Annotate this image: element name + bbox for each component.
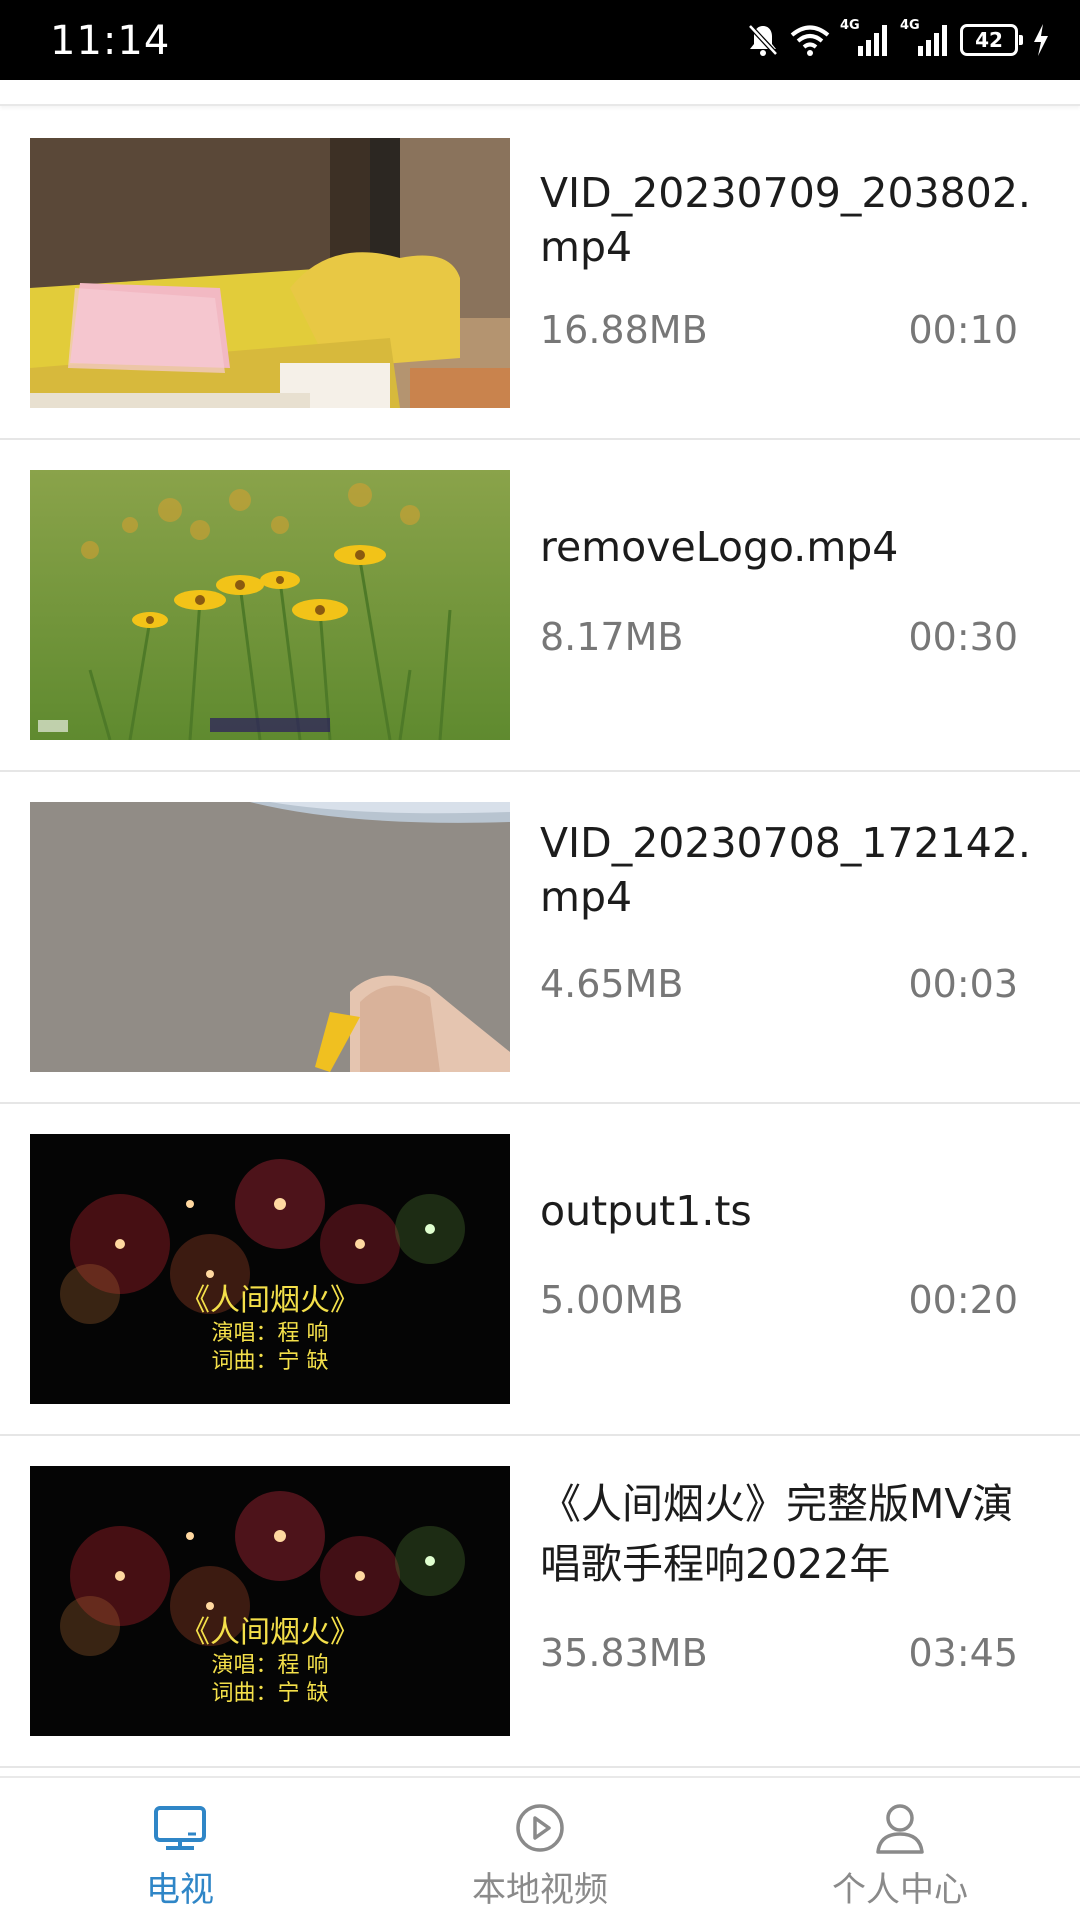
signal-4g-icon: 4G bbox=[840, 18, 890, 60]
status-icons: 4G 4G 42 bbox=[746, 18, 1050, 62]
video-thumbnail[interactable]: 《人间烟火》 演唱：程 响 词曲：宁 缺 bbox=[30, 1466, 510, 1736]
video-title[interactable]: output1.ts bbox=[540, 1184, 1050, 1238]
video-item[interactable]: VID_20230709_203802.mp4 16.88MB 00:10 bbox=[0, 108, 1080, 440]
video-duration: 00:03 bbox=[908, 962, 1018, 1006]
video-duration: 00:30 bbox=[908, 615, 1018, 659]
yellow-flowers-thumbnail bbox=[30, 470, 510, 740]
tv-icon bbox=[154, 1806, 206, 1850]
overlay-singer: 演唱：程 响 bbox=[211, 1653, 329, 1678]
nav-item-profile[interactable]: 个人中心 bbox=[720, 1778, 1080, 1922]
toolbar-shadow bbox=[0, 80, 1080, 106]
play-circle-icon bbox=[516, 1804, 564, 1852]
video-size: 16.88MB bbox=[540, 308, 708, 352]
video-thumbnail[interactable] bbox=[30, 138, 510, 408]
charging-icon bbox=[1034, 24, 1048, 56]
battery-level: 42 bbox=[975, 28, 1003, 52]
video-size: 5.00MB bbox=[540, 1278, 684, 1322]
video-size: 8.17MB bbox=[540, 615, 684, 659]
video-size: 4.65MB bbox=[540, 962, 684, 1006]
video-item[interactable]: 《人间烟火》 演唱：程 响 词曲：宁 缺 《人间烟火》完整版MV演唱歌手程响20… bbox=[0, 1436, 1080, 1768]
overlay-title: 《人间烟火》 bbox=[180, 1615, 360, 1650]
video-item[interactable]: 《人间烟火》 演唱：程 响 词曲：宁 缺 output1.ts 5.00MB 0… bbox=[0, 1104, 1080, 1436]
video-list[interactable]: VID_20230709_203802.mp4 16.88MB 00:10 re… bbox=[0, 108, 1080, 1776]
thumbnail-overlay: 《人间烟火》 演唱：程 响 词曲：宁 缺 bbox=[30, 1282, 510, 1376]
video-thumbnail[interactable] bbox=[30, 802, 510, 1072]
nav-item-tv[interactable]: 电视 bbox=[0, 1778, 360, 1922]
overlay-singer: 演唱：程 响 bbox=[211, 1321, 329, 1346]
video-title[interactable]: VID_20230709_203802.mp4 bbox=[540, 166, 1050, 274]
nav-label: 个人中心 bbox=[832, 1870, 968, 1910]
overlay-lyricist: 词曲：宁 缺 bbox=[211, 1349, 329, 1374]
video-duration: 00:20 bbox=[908, 1278, 1018, 1322]
signal-4g-icon: 4G bbox=[900, 18, 950, 60]
nav-label: 本地视频 bbox=[472, 1870, 608, 1910]
mute-bell-icon bbox=[748, 24, 778, 56]
video-item[interactable]: VID_20230708_172142.mp4 4.65MB 00:03 bbox=[0, 772, 1080, 1104]
bottom-nav: 电视 本地视频 个人中心 bbox=[0, 1776, 1080, 1920]
video-item[interactable]: removeLogo.mp4 8.17MB 00:30 bbox=[0, 440, 1080, 772]
person-icon bbox=[876, 1804, 924, 1854]
wifi-icon bbox=[790, 25, 830, 56]
video-thumbnail[interactable]: 《人间烟火》 演唱：程 响 词曲：宁 缺 bbox=[30, 1134, 510, 1404]
video-thumbnail[interactable] bbox=[30, 470, 510, 740]
battery-icon: 42 bbox=[960, 24, 1023, 56]
thumbnail-overlay: 《人间烟火》 演唱：程 响 词曲：宁 缺 bbox=[30, 1614, 510, 1708]
overlay-title: 《人间烟火》 bbox=[180, 1283, 360, 1318]
video-title[interactable]: 《人间烟火》完整版MV演唱歌手程响2022年 bbox=[540, 1474, 1050, 1594]
desk-books-thumbnail bbox=[30, 138, 510, 408]
video-size: 35.83MB bbox=[540, 1631, 708, 1675]
nav-item-local-video[interactable]: 本地视频 bbox=[360, 1778, 720, 1922]
video-duration: 00:10 bbox=[908, 308, 1018, 352]
nav-label: 电视 bbox=[146, 1870, 214, 1910]
carpet-hand-thumbnail bbox=[30, 802, 510, 1072]
video-title[interactable]: VID_20230708_172142.mp4 bbox=[540, 816, 1050, 924]
status-time: 11:14 bbox=[50, 18, 171, 64]
video-duration: 03:45 bbox=[908, 1631, 1018, 1675]
status-bar: 11:14 4G 4G 42 bbox=[0, 0, 1080, 80]
video-title[interactable]: removeLogo.mp4 bbox=[540, 520, 1050, 574]
overlay-lyricist: 词曲：宁 缺 bbox=[211, 1681, 329, 1706]
